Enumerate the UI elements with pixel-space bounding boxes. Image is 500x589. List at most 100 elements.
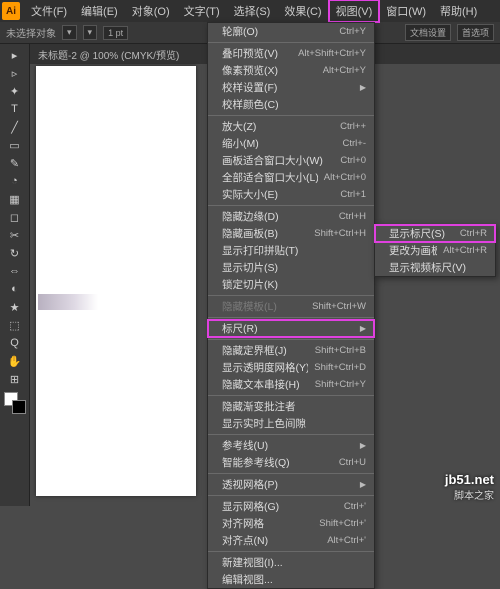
menu-视图[interactable]: 视图(V) [329,0,380,22]
view-menu-item-27[interactable]: 隐藏渐变批注者 [208,398,374,415]
view-menu-item-25[interactable]: 隐藏文本串接(H)Shift+Ctrl+Y [208,376,374,393]
submenu-arrow-icon: ▶ [360,83,366,92]
shortcut-label: Alt+Ctrl+' [327,535,366,546]
shortcut-label: Ctrl+U [339,457,366,468]
tool-13[interactable]: ◐ [3,280,27,298]
view-menu-item-2[interactable]: 叠印预览(V)Alt+Shift+Ctrl+Y [208,45,374,62]
tool-7[interactable]: ◔ [3,172,27,190]
view-menu-item-23[interactable]: 隐藏定界框(J)Shift+Ctrl+B [208,342,374,359]
view-menu-item-label: 新建视图(I)... [222,555,366,570]
view-menu-item-label: 缩小(M) [222,136,337,151]
view-menu-dropdown: 轮廓(O)Ctrl+Y 叠印预览(V)Alt+Shift+Ctrl+Y像素预览(X… [207,22,375,589]
tool-11[interactable]: ↻ [3,244,27,262]
fill-swatch[interactable]: ▾ [62,25,77,40]
rulers-submenu: 显示标尺(S) Ctrl+R 更改为画板标尺(C) Alt+Ctrl+R 显示视频标尺(… [374,224,496,277]
menu-窗口[interactable]: 窗口(W) [379,0,433,22]
menu-效果[interactable]: 效果(C) [277,0,328,22]
tool-2[interactable]: ✦ [3,82,27,100]
shortcut-label: Shift+Ctrl+H [314,228,366,239]
rulers-submenu-item-label: 显示标尺(S) [389,226,454,241]
view-menu-item-label: 放大(Z) [222,119,334,134]
stroke-color[interactable] [12,400,26,414]
tool-12[interactable]: ⇔ [3,262,27,280]
view-menu-item-10[interactable]: 全部适合窗口大小(L)Alt+Ctrl+0 [208,169,374,186]
noselect-label: 未选择对象 [6,25,56,40]
view-menu-item-36[interactable]: 对齐网格Shift+Ctrl+' [208,515,374,532]
color-swatches[interactable] [4,392,26,414]
tool-4[interactable]: ╱ [3,118,27,136]
doc-setup-button[interactable]: 文档设置 [405,24,451,41]
view-menu-sep-22 [208,339,374,340]
menu-文件[interactable]: 文件(F) [24,0,74,22]
tool-3[interactable]: T [3,100,27,118]
view-menu-item-30[interactable]: 参考线(U)▶ [208,437,374,454]
tool-14[interactable]: ★ [3,298,27,316]
menu-编辑[interactable]: 编辑(E) [74,0,125,22]
tool-9[interactable]: ◻ [3,208,27,226]
tool-0[interactable]: ▸ [3,46,27,64]
tool-10[interactable]: ✂ [3,226,27,244]
view-menu-item-28[interactable]: 显示实时上色间隙 [208,415,374,432]
view-menu-item-9[interactable]: 画板适合窗口大小(W)Ctrl+0 [208,152,374,169]
watermark-url: jb51.net [445,472,494,487]
menubar: Ai 文件(F)编辑(E)对象(O)文字(T)选择(S)效果(C)视图(V)窗口… [0,0,500,22]
view-menu-item-33[interactable]: 透视网格(P)▶ [208,476,374,493]
view-menu-item-5[interactable]: 校样颜色(C) [208,96,374,113]
view-menu-item-16[interactable]: 显示切片(S) [208,259,374,276]
rulers-submenu-item-label: 更改为画板标尺(C) [389,243,437,258]
menu-选择[interactable]: 选择(S) [227,0,278,22]
menu-对象[interactable]: 对象(O) [125,0,177,22]
view-menu-item-label: 叠印预览(V) [222,46,292,61]
view-menu-item-8[interactable]: 缩小(M)Ctrl+- [208,135,374,152]
stroke-swatch[interactable]: ▾ [83,25,98,40]
view-menu-item-14[interactable]: 隐藏画板(B)Shift+Ctrl+H [208,225,374,242]
rulers-submenu-item-1[interactable]: 更改为画板标尺(C) Alt+Ctrl+R [375,242,495,259]
view-menu-item-21[interactable]: 标尺(R)▶ [208,320,374,337]
view-menu-item-label: 全部适合窗口大小(L) [222,170,318,185]
tool-16[interactable]: Q [3,334,27,352]
view-menu-item-40[interactable]: 编辑视图... [208,571,374,588]
view-menu-item-24[interactable]: 显示透明度网格(Y)Shift+Ctrl+D [208,359,374,376]
tool-1[interactable]: ▹ [3,64,27,82]
shortcut-label: Ctrl+Y [339,26,366,37]
view-menu-item-31[interactable]: 智能参考线(Q)Ctrl+U [208,454,374,471]
view-menu-item-4[interactable]: 校样设置(F)▶ [208,79,374,96]
view-menu-item-3[interactable]: 像素预览(X)Alt+Ctrl+Y [208,62,374,79]
view-menu-item-7[interactable]: 放大(Z)Ctrl++ [208,118,374,135]
shortcut-label: Ctrl+' [344,501,366,512]
rulers-submenu-item-2[interactable]: 显示视频标尺(V) [375,259,495,276]
view-menu-item-label: 隐藏渐变批注者 [222,399,366,414]
tool-15[interactable]: ⬚ [3,316,27,334]
view-menu-item-label: 锁定切片(K) [222,277,366,292]
artboard[interactable] [36,66,196,496]
view-menu-item-37[interactable]: 对齐点(N)Alt+Ctrl+' [208,532,374,549]
shortcut-label: Ctrl+1 [340,189,366,200]
menu-文字[interactable]: 文字(T) [177,0,227,22]
view-menu-item-11[interactable]: 实际大小(E)Ctrl+1 [208,186,374,203]
rulers-submenu-item-label: 显示视频标尺(V) [389,260,487,275]
view-menu-item-label: 像素预览(X) [222,63,317,78]
view-menu-item-0[interactable]: 轮廓(O)Ctrl+Y [208,23,374,40]
shortcut-label: Shift+Ctrl+B [315,345,366,356]
view-menu-item-39[interactable]: 新建视图(I)... [208,554,374,571]
shortcut-label: Alt+Ctrl+R [443,245,487,256]
view-menu-item-13[interactable]: 隐藏边缘(D)Ctrl+H [208,208,374,225]
tool-5[interactable]: ▭ [3,136,27,154]
view-menu-item-15[interactable]: 显示打印拼贴(T) [208,242,374,259]
stroke-weight[interactable]: 1 pt [103,26,128,40]
view-menu-sep-26 [208,395,374,396]
view-menu-item-35[interactable]: 显示网格(G)Ctrl+' [208,498,374,515]
tool-8[interactable]: ▦ [3,190,27,208]
submenu-arrow-icon: ▶ [360,480,366,489]
view-menu-item-label: 隐藏边缘(D) [222,209,333,224]
prefs-button[interactable]: 首选项 [457,24,494,41]
tool-6[interactable]: ✎ [3,154,27,172]
tool-17[interactable]: ✋ [3,352,27,370]
watermark-text: 脚本之家 [445,487,494,502]
rulers-submenu-item-0[interactable]: 显示标尺(S) Ctrl+R [375,225,495,242]
shortcut-label: Ctrl+R [460,228,487,239]
view-menu-item-label: 编辑视图... [222,572,366,587]
menu-帮助[interactable]: 帮助(H) [433,0,484,22]
tool-18[interactable]: ⊞ [3,370,27,388]
view-menu-item-17[interactable]: 锁定切片(K) [208,276,374,293]
